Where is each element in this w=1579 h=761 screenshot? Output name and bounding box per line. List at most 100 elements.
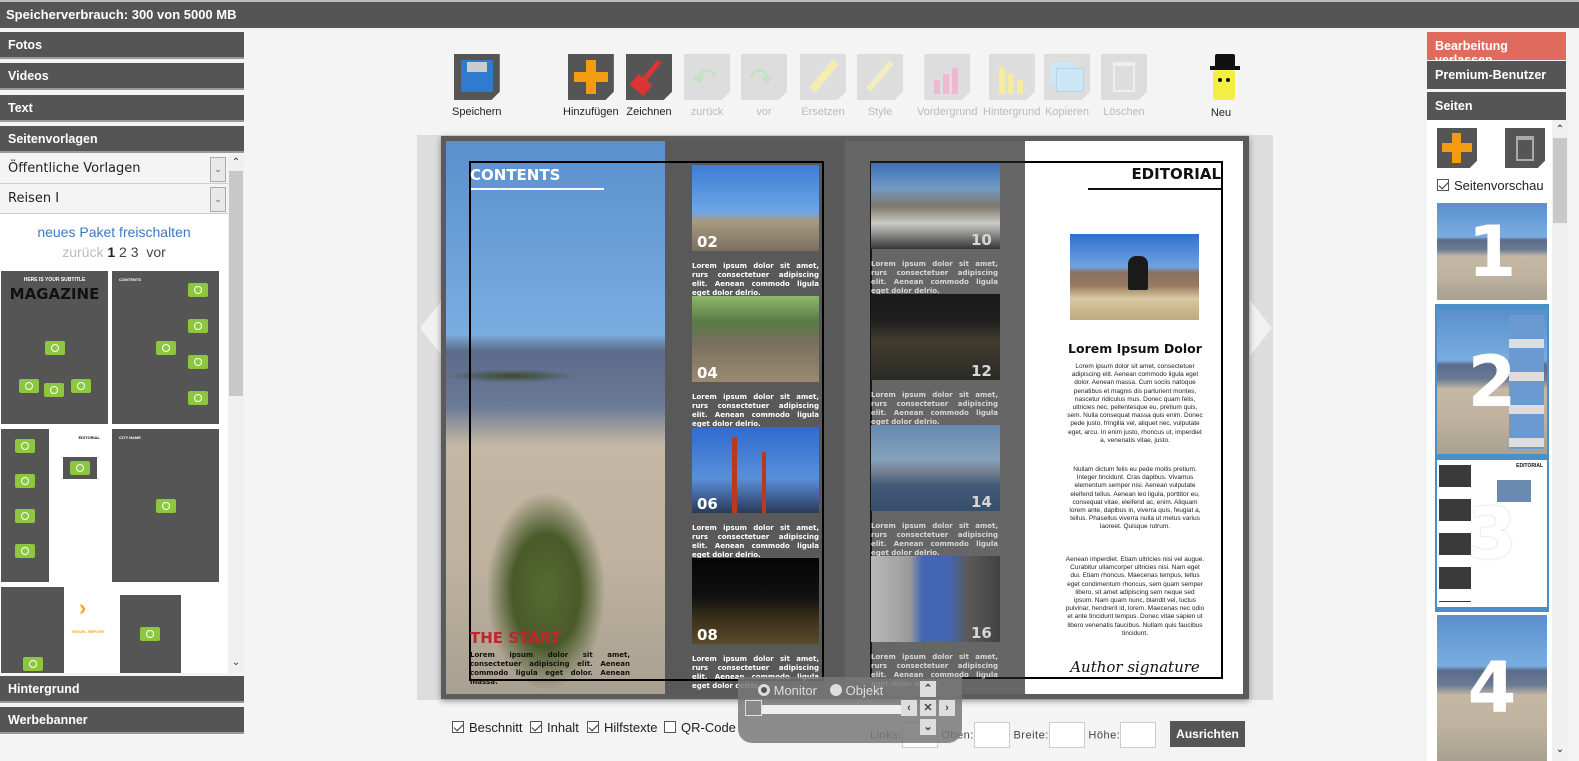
right-scrollbar[interactable]: ⌃ ⌄: [1552, 120, 1568, 761]
add-page-button[interactable]: [1437, 128, 1477, 168]
new-button[interactable]: Neu: [1193, 54, 1249, 119]
section-videos[interactable]: Videos: [0, 63, 244, 90]
move-up-icon[interactable]: ⌃: [920, 681, 936, 697]
content-checkbox[interactable]: [530, 721, 542, 733]
item-number: 02: [697, 233, 718, 251]
camera-icon: [156, 499, 176, 513]
template-travel-report[interactable]: › TRAVEL REPORT: [1, 587, 108, 673]
option-helptext[interactable]: Hilfstexte: [587, 720, 657, 735]
monitor-option[interactable]: Monitor: [758, 683, 817, 698]
top-input[interactable]: [973, 722, 1010, 748]
page-thumb-4[interactable]: 4: [1437, 615, 1547, 761]
page-preview-checkbox[interactable]: [1437, 179, 1449, 191]
background-button[interactable]: Hintergrund: [983, 54, 1040, 118]
monitor-radio[interactable]: [758, 684, 770, 696]
contents-title[interactable]: CONTENTS: [470, 166, 560, 184]
previous-page-arrow-icon[interactable]: [420, 300, 442, 356]
chevron-down-icon[interactable]: ⌄: [210, 187, 226, 212]
template-editorial[interactable]: EDITORIAL: [1, 429, 108, 582]
delete-button[interactable]: Löschen: [1101, 54, 1147, 118]
page-thumb-3[interactable]: EDITORIAL 3: [1437, 460, 1547, 607]
editorial-para-2[interactable]: Nullam dictum felis eu pede mollis preti…: [1065, 466, 1205, 532]
option-qr[interactable]: QR-Code: [664, 720, 736, 735]
section-seiten[interactable]: Seiten: [1427, 92, 1566, 120]
trim-checkbox[interactable]: [452, 721, 464, 733]
zoom-slider[interactable]: [754, 705, 902, 714]
style-button[interactable]: Style: [857, 54, 903, 118]
page-thumb-2[interactable]: 2: [1437, 310, 1547, 454]
move-left-icon[interactable]: ‹: [901, 700, 917, 716]
template-package-select[interactable]: Reisen I ⌄: [0, 185, 228, 214]
page-preview-toggle[interactable]: Seitenvorschau: [1437, 178, 1544, 193]
camera-icon: [23, 657, 43, 671]
move-right-icon[interactable]: ›: [939, 700, 955, 716]
redo-button[interactable]: ↷ vor: [741, 54, 787, 118]
zoom-slider-handle[interactable]: [745, 700, 762, 716]
helptext-checkbox[interactable]: [587, 721, 599, 733]
scroll-down-icon[interactable]: ⌄: [1552, 744, 1568, 755]
object-radio[interactable]: [830, 684, 842, 696]
editorial-title[interactable]: EDITORIAL: [1131, 165, 1221, 183]
author-signature[interactable]: Author signature: [1065, 658, 1205, 676]
template-title: CITY NAME: [119, 435, 141, 440]
height-input[interactable]: [1120, 722, 1157, 748]
plus-icon: [1437, 128, 1477, 168]
foreground-button[interactable]: Vordergrund: [917, 54, 978, 118]
editorial-photo[interactable]: [1070, 234, 1199, 320]
scrollbar-thumb[interactable]: [1553, 138, 1567, 223]
pagination-prev[interactable]: zurück: [62, 244, 103, 260]
replace-button[interactable]: Ersetzen: [800, 54, 846, 118]
copy-button[interactable]: Kopieren: [1044, 54, 1090, 118]
object-option[interactable]: Objekt: [830, 683, 883, 698]
scroll-down-icon[interactable]: ⌄: [228, 657, 244, 671]
section-werbebanner[interactable]: Werbebanner: [0, 707, 244, 734]
exit-editing-button[interactable]: Bearbeitung verlassen: [1427, 32, 1566, 67]
move-down-icon[interactable]: ⌄: [920, 719, 936, 735]
section-text[interactable]: Text: [0, 95, 244, 122]
chevron-down-icon[interactable]: ⌄: [210, 157, 226, 182]
section-fotos[interactable]: Fotos: [0, 32, 244, 59]
option-content[interactable]: Inhalt: [530, 720, 579, 735]
next-page-arrow-icon[interactable]: [1250, 300, 1272, 356]
pagination-next[interactable]: vor: [146, 244, 165, 260]
item-caption[interactable]: Lorem ipsum dolor sit amet, rurs consect…: [692, 524, 819, 560]
qr-checkbox[interactable]: [664, 721, 676, 733]
editorial-heading[interactable]: Lorem Ipsum Dolor: [1035, 341, 1235, 356]
add-button[interactable]: Hinzufügen: [563, 54, 619, 118]
premium-user-button[interactable]: Premium-Benutzer: [1427, 61, 1566, 89]
storage-usage-bar: Speicherverbrauch: 300 von 5000 MB: [0, 0, 1579, 28]
delete-page-button[interactable]: [1505, 128, 1545, 168]
pagination-page-3[interactable]: 3: [131, 244, 139, 260]
template-city[interactable]: CITY NAME: [112, 429, 219, 582]
item-caption[interactable]: Lorem ipsum dolor sit amet, rurs consect…: [692, 262, 819, 298]
width-input[interactable]: [1048, 722, 1085, 748]
scrollbar-thumb[interactable]: [229, 171, 243, 396]
the-start-text[interactable]: Lorem ipsum dolor sit amet, consectetuer…: [470, 651, 630, 687]
pagination-page-2[interactable]: 2: [119, 244, 127, 260]
item-caption[interactable]: Lorem ipsum dolor sit amet, rurs consect…: [692, 393, 819, 429]
section-hintergrund[interactable]: Hintergrund: [0, 676, 244, 703]
scroll-up-icon[interactable]: ⌃: [228, 157, 244, 171]
camera-icon: [156, 341, 176, 355]
draw-button[interactable]: Zeichnen: [626, 54, 672, 118]
template-photo-page[interactable]: [112, 587, 219, 673]
template-source-select[interactable]: Öffentliche Vorlagen ⌄: [0, 155, 228, 184]
close-icon[interactable]: ✕: [920, 700, 936, 716]
section-seitenvorlagen[interactable]: Seitenvorlagen: [0, 126, 244, 153]
the-start-title[interactable]: THE START: [470, 629, 561, 647]
save-button[interactable]: Speichern: [452, 54, 502, 118]
editorial-para-3[interactable]: Aenean imperdiet. Etiam ultricies nisi v…: [1065, 556, 1205, 638]
pagination-page-1[interactable]: 1: [107, 244, 115, 260]
page-thumb-1[interactable]: 1: [1437, 203, 1547, 300]
align-button[interactable]: Ausrichten: [1170, 721, 1245, 747]
page-contents[interactable]: CONTENTS THE START Lorem ipsum dolor sit…: [446, 141, 841, 694]
scroll-up-icon[interactable]: ⌃: [1552, 124, 1568, 135]
left-scrollbar[interactable]: ⌃ ⌄: [228, 155, 244, 673]
editorial-para-1[interactable]: Lorem ipsum dolor sit amet, consectetuer…: [1065, 363, 1205, 445]
template-magazine-cover[interactable]: HERE IS YOUR SUBTITLE MAGAZINE: [1, 271, 108, 424]
page-spread[interactable]: CONTENTS THE START Lorem ipsum dolor sit…: [441, 136, 1249, 699]
option-trim[interactable]: Beschnitt: [452, 720, 522, 735]
unlock-package-link[interactable]: neues Paket freischalten: [0, 224, 228, 240]
undo-button[interactable]: ↶ zurück: [684, 54, 730, 118]
template-contents[interactable]: CONTENTS: [112, 271, 219, 424]
